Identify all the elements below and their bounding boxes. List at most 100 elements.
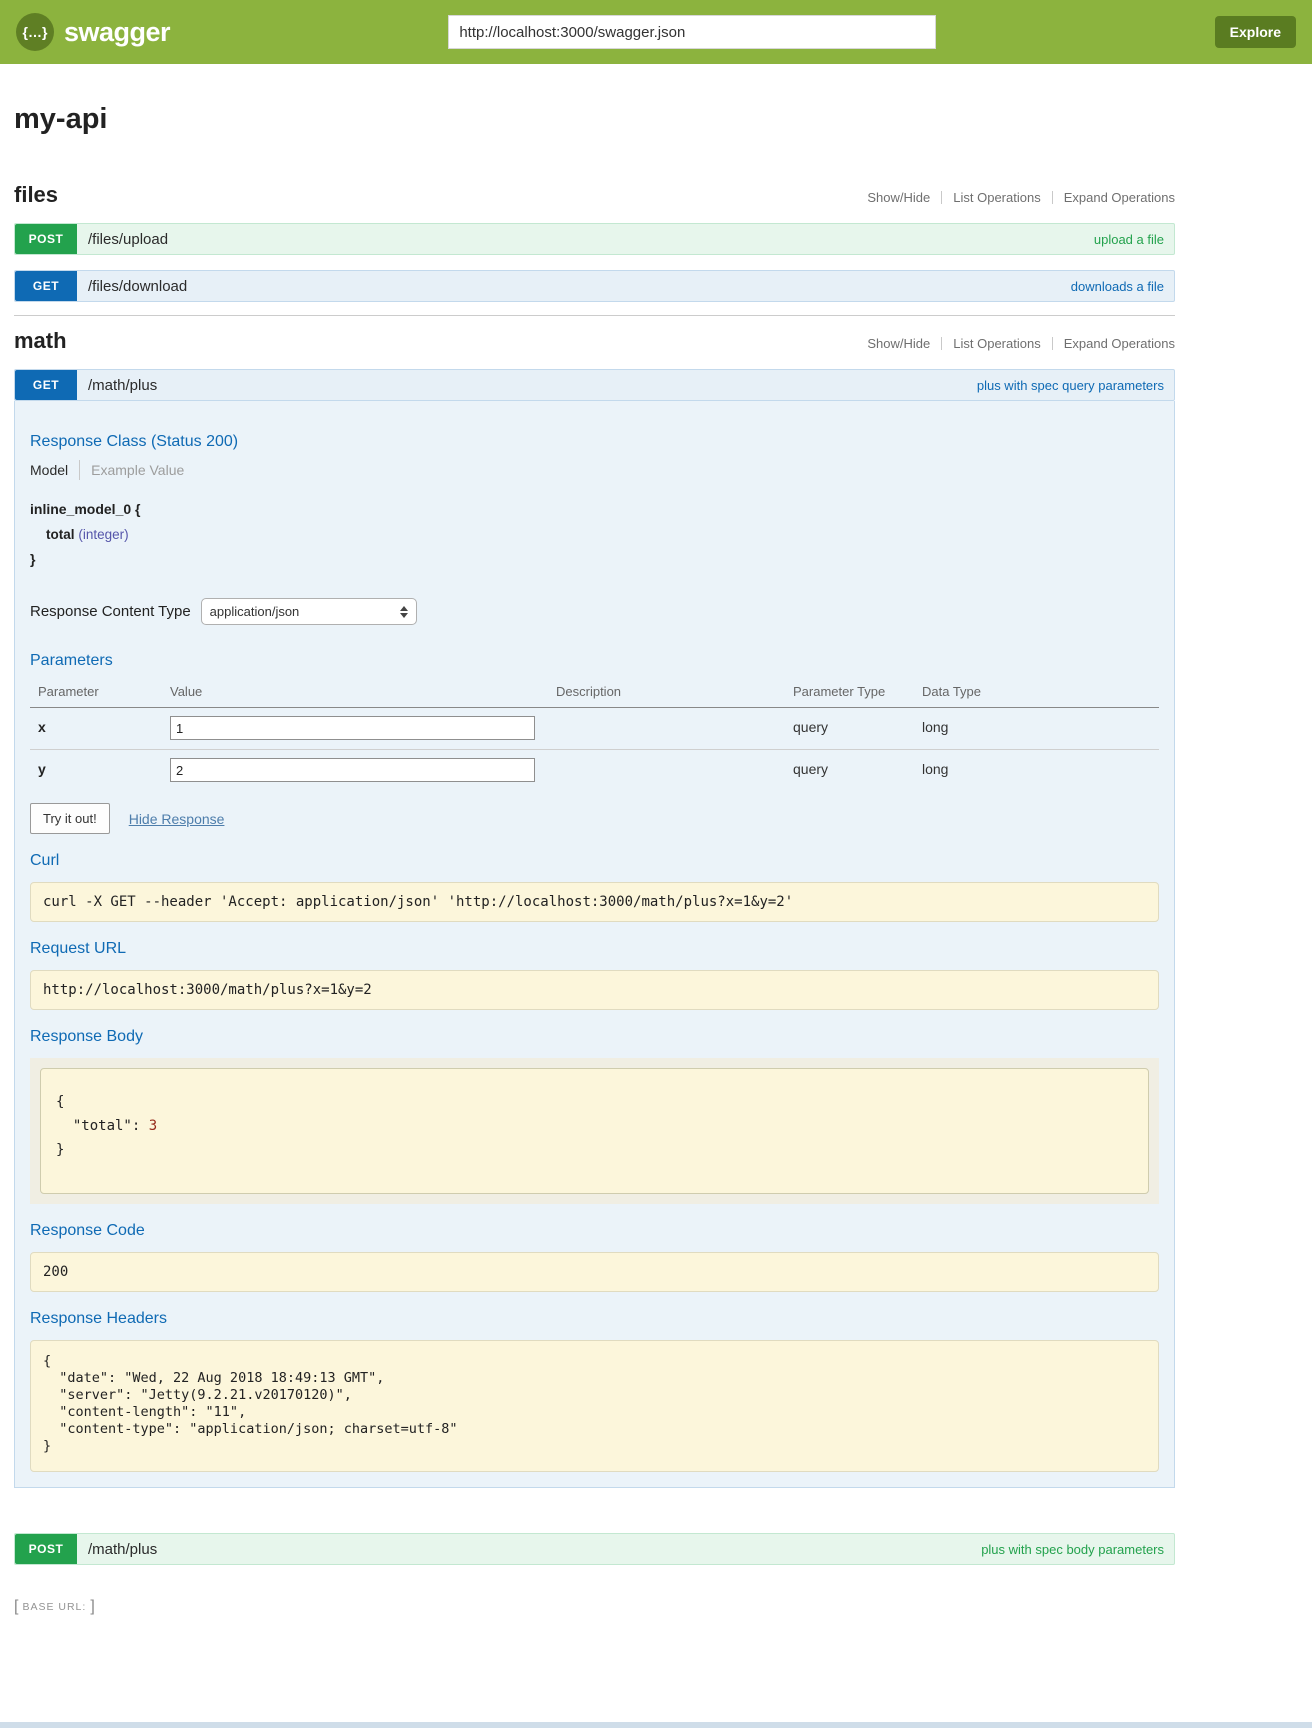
show-hide-link[interactable]: Show/Hide	[867, 336, 930, 351]
header-bar: {…} swagger Explore	[0, 0, 1312, 64]
model-tabs: Model Example Value	[30, 460, 1159, 480]
parameter-type: query	[793, 761, 828, 777]
col-parameter: Parameter	[30, 678, 162, 708]
main-content: my-api files Show/Hide List Operations E…	[14, 103, 1175, 1616]
list-operations-link[interactable]: List Operations	[953, 336, 1040, 351]
operation-path[interactable]: /files/upload	[88, 231, 168, 248]
json-key: "total":	[56, 1118, 149, 1134]
operation-path[interactable]: /math/plus	[88, 1541, 157, 1558]
model-property: total (integer)	[30, 522, 1159, 547]
operation-row-get-files-download[interactable]: GET /files/download downloads a file	[14, 270, 1175, 302]
model-signature: inline_model_0 { total (integer) }	[30, 497, 1159, 572]
curl-command: curl -X GET --header 'Accept: applicatio…	[30, 882, 1159, 922]
json-total-line: "total": 3	[56, 1114, 1133, 1138]
parameter-type: query	[793, 719, 828, 735]
separator	[79, 460, 80, 480]
json-value: 3	[149, 1118, 157, 1134]
math-section-controls: Show/Hide List Operations Expand Operati…	[867, 336, 1175, 351]
method-badge-post: POST	[15, 224, 77, 254]
parameter-description	[548, 750, 785, 792]
files-section-header: files Show/Hide List Operations Expand O…	[14, 182, 1175, 208]
request-url-heading: Request URL	[30, 940, 1159, 958]
parameter-row-x: x query long	[30, 708, 1159, 750]
parameter-y-input[interactable]	[170, 758, 535, 782]
section-divider	[14, 315, 1175, 316]
method-badge-get: GET	[15, 370, 77, 400]
logo-glyph: {…}	[23, 24, 48, 40]
method-badge-get: GET	[15, 271, 77, 301]
response-code-heading: Response Code	[30, 1222, 1159, 1240]
files-section-controls: Show/Hide List Operations Expand Operati…	[867, 190, 1175, 205]
brand-name: swagger	[64, 17, 170, 48]
show-hide-link[interactable]: Show/Hide	[867, 190, 930, 205]
parameter-data-type: long	[922, 719, 948, 735]
response-content-type-row: Response Content Type application/json	[30, 598, 1159, 625]
col-value: Value	[162, 678, 548, 708]
response-headers-json: { "date": "Wed, 22 Aug 2018 18:49:13 GMT…	[30, 1340, 1159, 1472]
response-body-container: { "total": 3 }	[30, 1058, 1159, 1204]
explore-button[interactable]: Explore	[1215, 16, 1296, 48]
operation-row-post-files-upload[interactable]: POST /files/upload upload a file	[14, 223, 1175, 255]
expand-operations-link[interactable]: Expand Operations	[1064, 336, 1175, 351]
json-open-brace: {	[56, 1090, 1133, 1114]
files-section-title: files	[14, 182, 58, 208]
col-data-type: Data Type	[914, 678, 1159, 708]
operation-row-post-math-plus[interactable]: POST /math/plus plus with spec body para…	[14, 1533, 1175, 1565]
operation-path[interactable]: /files/download	[88, 278, 187, 295]
model-property-type: (integer)	[78, 527, 128, 542]
parameter-x-input[interactable]	[170, 716, 535, 740]
actions-row: Try it out! Hide Response	[30, 803, 1159, 834]
separator	[1052, 337, 1053, 350]
model-property-name: total	[46, 527, 75, 542]
math-section-title: math	[14, 328, 67, 354]
selected-content-type: application/json	[210, 604, 300, 619]
col-description: Description	[548, 678, 785, 708]
response-class-heading: Response Class (Status 200)	[30, 433, 1159, 451]
model-open-brace: inline_model_0 {	[30, 497, 1159, 522]
swagger-logo[interactable]: {…} swagger	[16, 13, 170, 51]
operation-path[interactable]: /math/plus	[88, 377, 157, 394]
curl-heading: Curl	[30, 852, 1159, 870]
response-body-heading: Response Body	[30, 1028, 1159, 1046]
spec-url-input[interactable]	[448, 15, 936, 49]
tab-model[interactable]: Model	[30, 462, 68, 478]
operation-summary-link[interactable]: plus with spec body parameters	[981, 1542, 1164, 1557]
page-title: my-api	[14, 103, 1175, 136]
math-section-header: math Show/Hide List Operations Expand Op…	[14, 328, 1175, 354]
hide-response-link[interactable]: Hide Response	[129, 811, 225, 827]
separator	[1052, 191, 1053, 204]
parameter-row-y: y query long	[30, 750, 1159, 792]
json-close-brace: }	[56, 1138, 1133, 1162]
response-code-value: 200	[30, 1252, 1159, 1292]
operation-row-get-math-plus[interactable]: GET /math/plus plus with spec query para…	[14, 369, 1175, 401]
tab-example-value[interactable]: Example Value	[91, 462, 184, 478]
request-url-value: http://localhost:3000/math/plus?x=1&y=2	[30, 970, 1159, 1010]
separator	[941, 337, 942, 350]
operation-summary-link[interactable]: plus with spec query parameters	[977, 378, 1164, 393]
parameter-data-type: long	[922, 761, 948, 777]
response-body-json: { "total": 3 }	[40, 1068, 1149, 1194]
parameters-table: Parameter Value Description Parameter Ty…	[30, 678, 1159, 791]
select-arrows-icon	[400, 606, 408, 618]
base-url-label: BASE URL:	[22, 1601, 86, 1613]
bottom-strip	[0, 1722, 1312, 1728]
response-content-type-label: Response Content Type	[30, 603, 191, 620]
separator	[941, 191, 942, 204]
col-parameter-type: Parameter Type	[785, 678, 914, 708]
try-it-out-button[interactable]: Try it out!	[30, 803, 110, 834]
parameters-header-row: Parameter Value Description Parameter Ty…	[30, 678, 1159, 708]
operation-summary-link[interactable]: upload a file	[1094, 232, 1164, 247]
bracket-open: [	[14, 1598, 18, 1616]
response-headers-heading: Response Headers	[30, 1310, 1159, 1328]
parameter-name: x	[38, 719, 46, 735]
model-close-brace: }	[30, 547, 1159, 572]
list-operations-link[interactable]: List Operations	[953, 190, 1040, 205]
operation-summary-link[interactable]: downloads a file	[1071, 279, 1164, 294]
parameters-heading: Parameters	[30, 652, 1159, 670]
bracket-close: ]	[90, 1598, 94, 1616]
operation-detail-panel: Response Class (Status 200) Model Exampl…	[14, 401, 1175, 1488]
response-content-type-select[interactable]: application/json	[201, 598, 417, 625]
expand-operations-link[interactable]: Expand Operations	[1064, 190, 1175, 205]
parameter-name: y	[38, 761, 46, 777]
base-url-footer: [ BASE URL: ]	[14, 1598, 1175, 1616]
